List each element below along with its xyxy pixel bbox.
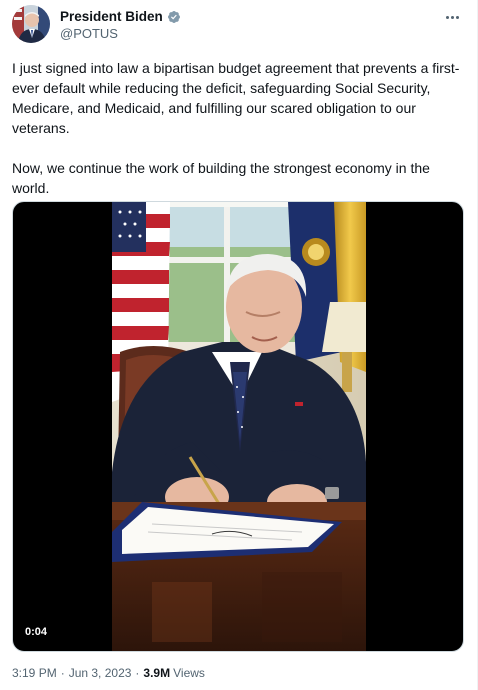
tweet-card: President Biden @POTUS I just signed int… (0, 0, 478, 690)
tweet-paragraph: Now, we continue the work of building th… (12, 160, 430, 196)
tweet-text: I just signed into law a bipartisan budg… (12, 58, 468, 198)
tweet-time[interactable]: 3:19 PM (12, 666, 57, 680)
video-duration: 0:04 (25, 626, 48, 638)
tweet-paragraph: I just signed into law a bipartisan budg… (12, 60, 460, 136)
avatar[interactable] (12, 5, 50, 43)
views-count[interactable]: 3.9M (143, 666, 170, 680)
views-label: Views (173, 666, 205, 680)
video-player[interactable]: 0:04 (12, 201, 464, 652)
meta-separator: · (60, 666, 65, 680)
author-row: President Biden (60, 9, 181, 24)
verified-badge-icon (167, 10, 181, 24)
meta-separator: · (135, 666, 140, 680)
author-handle[interactable]: @POTUS (60, 26, 118, 41)
tweet-meta: 3:19 PM · Jun 3, 2023 · 3.9M Views (12, 666, 205, 680)
more-horizontal-icon[interactable] (441, 8, 463, 26)
author-name[interactable]: President Biden (60, 9, 163, 24)
tweet-date[interactable]: Jun 3, 2023 (69, 666, 132, 680)
tweet-header: President Biden @POTUS (12, 5, 465, 47)
video-frame[interactable] (112, 202, 366, 651)
